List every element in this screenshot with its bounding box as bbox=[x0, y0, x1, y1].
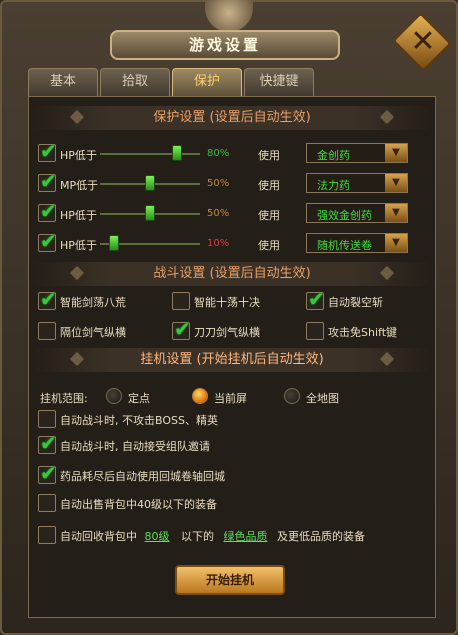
combat-option-label: 智能十荡十决 bbox=[194, 296, 260, 309]
recycle-checkbox[interactable] bbox=[38, 526, 56, 544]
range-radio-label: 当前屏 bbox=[214, 392, 247, 405]
idle-option-label: 药品耗尽后自动使用回城卷轴回城 bbox=[60, 470, 225, 483]
recycle-suffix: 及更低品质的装备 bbox=[277, 530, 365, 543]
threshold-slider-knob[interactable] bbox=[145, 175, 155, 191]
chevron-down-icon[interactable]: ▼ bbox=[385, 204, 407, 222]
combat-option-label: 攻击免Shift键 bbox=[328, 326, 398, 339]
idle-option-checkbox[interactable] bbox=[38, 410, 56, 428]
recycle-level-link[interactable]: 80级 bbox=[145, 530, 170, 543]
threshold-slider-knob[interactable] bbox=[109, 235, 119, 251]
tab-hotkeys[interactable]: 快捷键 bbox=[244, 68, 314, 96]
recycle-quality-link[interactable]: 绿色品质 bbox=[224, 530, 268, 543]
combat-option-label: 刀刀剑气纵横 bbox=[194, 326, 260, 339]
item-select[interactable]: 强效金创药 ▼ bbox=[306, 203, 408, 223]
item-select-value: 金创药 bbox=[317, 149, 350, 162]
combat-option-label: 智能剑荡八荒 bbox=[60, 296, 126, 309]
combat-option-checkbox[interactable] bbox=[306, 322, 324, 340]
range-radio[interactable] bbox=[192, 388, 208, 404]
idle-section-title: 挂机设置 (开始挂机后自动生效) bbox=[140, 352, 324, 367]
threshold-slider-knob[interactable] bbox=[172, 145, 182, 161]
start-idle-button[interactable]: 开始挂机 bbox=[175, 565, 285, 595]
diamond-ornament-icon bbox=[379, 265, 395, 281]
threshold-percent: 10% bbox=[207, 238, 230, 249]
idle-option-checkbox[interactable] bbox=[38, 461, 57, 485]
item-select[interactable]: 法力药 ▼ bbox=[306, 173, 408, 193]
idle-option-label: 自动出售背包中40级以下的装备 bbox=[60, 498, 217, 511]
threshold-slider-knob[interactable] bbox=[145, 205, 155, 221]
range-radio[interactable] bbox=[284, 388, 300, 404]
combat-option-checkbox[interactable] bbox=[38, 322, 56, 340]
range-label: 挂机范围: bbox=[40, 392, 88, 405]
use-label: 使用 bbox=[258, 239, 280, 252]
close-icon[interactable]: ✕ bbox=[403, 22, 443, 62]
use-label: 使用 bbox=[258, 209, 280, 222]
combat-option-checkbox[interactable] bbox=[306, 287, 325, 311]
threshold-percent: 50% bbox=[207, 178, 230, 189]
protection-section-header: 保护设置 (设置后自动生效) bbox=[32, 106, 432, 130]
diamond-ornament-icon bbox=[379, 109, 395, 125]
recycle-prefix: 自动回收背包中 bbox=[60, 530, 137, 543]
combat-option-label: 自动裂空斩 bbox=[328, 296, 383, 309]
idle-section-header: 挂机设置 (开始挂机后自动生效) bbox=[32, 348, 432, 372]
tab-protection[interactable]: 保护 bbox=[172, 68, 242, 96]
idle-option-checkbox[interactable] bbox=[38, 431, 57, 455]
threshold-percent: 80% bbox=[207, 148, 230, 159]
protection-checkbox[interactable] bbox=[38, 139, 57, 163]
diamond-ornament-icon bbox=[379, 351, 395, 367]
threshold-percent: 50% bbox=[207, 208, 230, 219]
tab-basic[interactable]: 基本 bbox=[28, 68, 98, 96]
combat-section-title: 战斗设置 (设置后自动生效) bbox=[153, 266, 311, 281]
combat-section-header: 战斗设置 (设置后自动生效) bbox=[32, 262, 432, 286]
window-title-bar: 游戏设置 bbox=[110, 30, 340, 60]
item-select[interactable]: 随机传送卷 ▼ bbox=[306, 233, 408, 253]
item-select-value: 随机传送卷 bbox=[317, 239, 372, 252]
protection-checkbox[interactable] bbox=[38, 229, 57, 253]
recycle-middle: 以下的 bbox=[181, 530, 214, 543]
item-select-value: 法力药 bbox=[317, 179, 350, 192]
recycle-line: 自动回收背包中 80级 以下的 绿色品质 及更低品质的装备 bbox=[60, 528, 365, 544]
protection-stat-label: MP低于 bbox=[60, 179, 99, 192]
protection-stat-label: HP低于 bbox=[60, 209, 97, 222]
range-radio-label: 全地图 bbox=[306, 392, 339, 405]
protection-checkbox[interactable] bbox=[38, 169, 57, 193]
combat-option-label: 隔位剑气纵横 bbox=[60, 326, 126, 339]
idle-option-label: 自动战斗时, 自动接受组队邀请 bbox=[60, 440, 210, 453]
use-label: 使用 bbox=[258, 179, 280, 192]
combat-option-checkbox[interactable] bbox=[38, 287, 57, 311]
item-select-value: 强效金创药 bbox=[317, 209, 372, 222]
use-label: 使用 bbox=[258, 149, 280, 162]
tab-pickup[interactable]: 拾取 bbox=[100, 68, 170, 96]
diamond-ornament-icon bbox=[69, 109, 85, 125]
protection-stat-label: HP低于 bbox=[60, 149, 97, 162]
combat-option-checkbox[interactable] bbox=[172, 292, 190, 310]
chevron-down-icon[interactable]: ▼ bbox=[385, 234, 407, 252]
combat-option-checkbox[interactable] bbox=[172, 317, 191, 341]
diamond-ornament-icon bbox=[69, 265, 85, 281]
diamond-ornament-icon bbox=[69, 351, 85, 367]
idle-option-checkbox[interactable] bbox=[38, 494, 56, 512]
range-radio[interactable] bbox=[106, 388, 122, 404]
protection-stat-label: HP低于 bbox=[60, 239, 97, 252]
idle-option-label: 自动战斗时, 不攻击BOSS、精英 bbox=[60, 414, 218, 427]
chevron-down-icon[interactable]: ▼ bbox=[385, 174, 407, 192]
chevron-down-icon[interactable]: ▼ bbox=[385, 144, 407, 162]
threshold-slider-track[interactable] bbox=[100, 153, 200, 155]
range-radio-label: 定点 bbox=[128, 392, 150, 405]
window-title: 游戏设置 bbox=[188, 36, 261, 54]
protection-checkbox[interactable] bbox=[38, 199, 57, 223]
item-select[interactable]: 金创药 ▼ bbox=[306, 143, 408, 163]
protection-section-title: 保护设置 (设置后自动生效) bbox=[153, 110, 311, 125]
